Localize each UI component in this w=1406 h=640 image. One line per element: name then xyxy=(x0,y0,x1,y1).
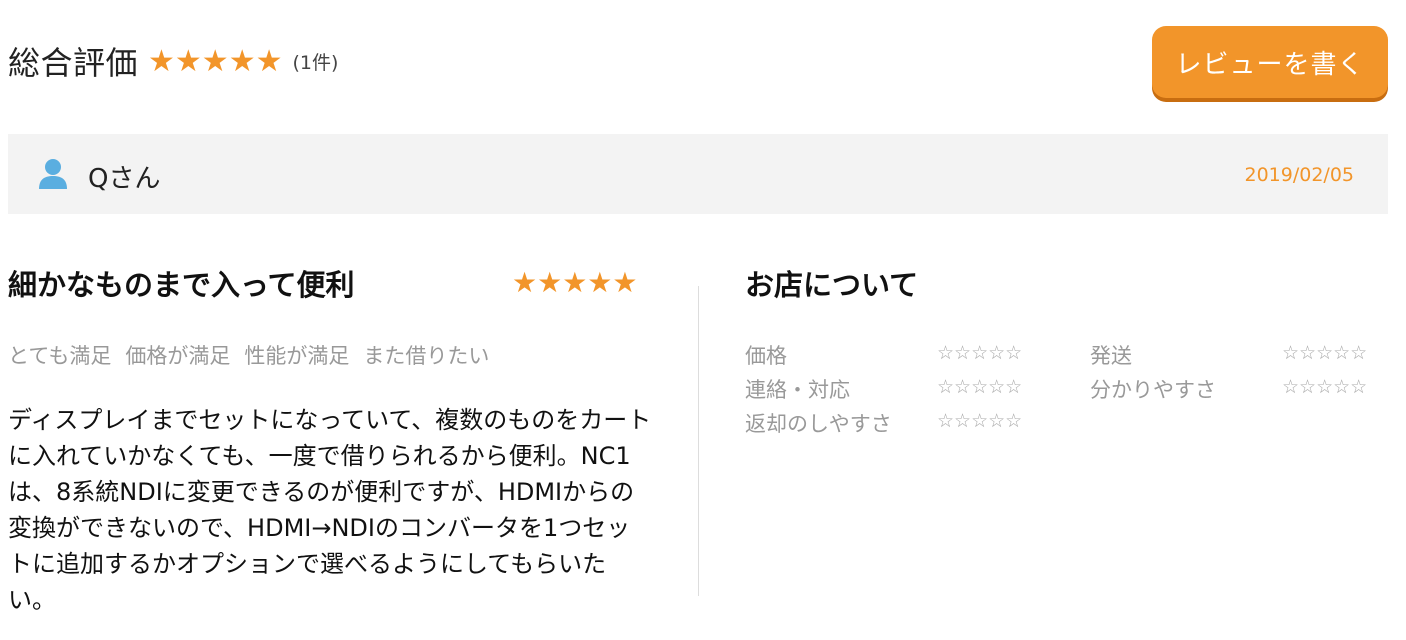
review-tags: とても満足 価格が満足 性能が満足 また借りたい xyxy=(8,340,489,370)
reviewer-bar: Qさん 2019/02/05 xyxy=(8,134,1388,214)
write-review-button[interactable]: レビューを書く xyxy=(1152,26,1388,98)
shop-rating-label: 発送 xyxy=(1090,344,1132,368)
shop-rating-shipping: 発送 ☆☆☆☆☆ xyxy=(1090,340,1390,374)
shop-rating-stars: ☆☆☆☆☆ xyxy=(1282,376,1368,398)
review-title: 細かなものまで入って便利 xyxy=(8,268,355,302)
shop-rating-return: 返却のしやすさ ☆☆☆☆☆ xyxy=(745,408,1045,442)
shop-rating-price: 価格 ☆☆☆☆☆ xyxy=(745,340,1045,374)
overall-rating-stars: ★★★★★ xyxy=(148,43,283,79)
shop-rating-stars: ☆☆☆☆☆ xyxy=(937,342,1023,364)
shop-section-title: お店について xyxy=(745,268,919,302)
review-tag: とても満足 xyxy=(8,344,112,368)
review-body: ディスプレイまでセットになっていて、複数のものをカートに入れていかなくても、一度… xyxy=(8,406,652,614)
shop-rating-label: 分かりやすさ xyxy=(1090,378,1216,402)
overall-rating: 総合評価 ★★★★★ (1件) xyxy=(8,38,338,84)
column-divider xyxy=(698,286,699,596)
user-icon xyxy=(38,158,68,190)
review-count: (1件) xyxy=(292,51,339,74)
overall-rating-title: 総合評価 xyxy=(8,44,139,82)
review-tag: また借りたい xyxy=(363,344,490,368)
reviewer-name: Qさん xyxy=(88,164,161,194)
shop-rating-stars: ☆☆☆☆☆ xyxy=(937,410,1023,432)
shop-rating-stars: ☆☆☆☆☆ xyxy=(1282,342,1368,364)
shop-rating-clarity: 分かりやすさ ☆☆☆☆☆ xyxy=(1090,374,1390,408)
review-stars: ★★★★★ xyxy=(512,266,638,299)
review-tag: 性能が満足 xyxy=(244,344,350,368)
shop-rating-label: 連絡・対応 xyxy=(745,378,850,402)
shop-rating-label: 価格 xyxy=(745,344,787,368)
review-date: 2019/02/05 xyxy=(1244,164,1354,186)
shop-rating-contact: 連絡・対応 ☆☆☆☆☆ xyxy=(745,374,1045,408)
review-tag: 価格が満足 xyxy=(125,344,231,368)
review-summary-header: 総合評価 ★★★★★ (1件) レビューを書く xyxy=(8,26,1388,98)
shop-rating-stars: ☆☆☆☆☆ xyxy=(937,376,1023,398)
shop-rating-label: 返却のしやすさ xyxy=(745,412,892,436)
